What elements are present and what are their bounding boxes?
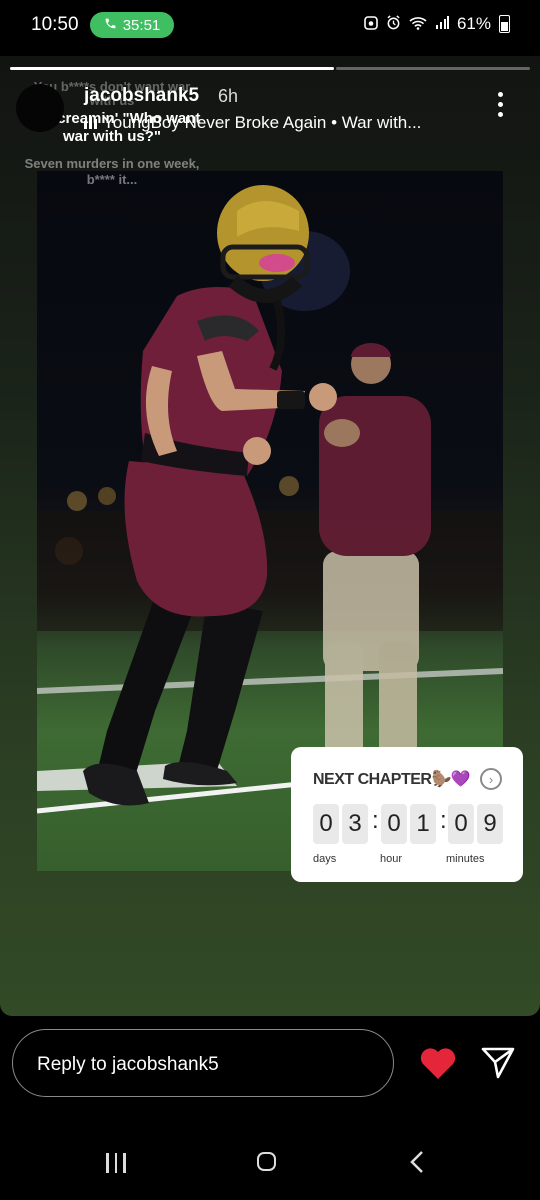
progress-segment-next [336, 67, 530, 70]
countdown-label-hour: hour [380, 853, 403, 865]
screenshot-icon [364, 15, 378, 33]
countdown-digit: 0 [381, 804, 407, 844]
alarm-icon [386, 15, 401, 33]
reply-input[interactable]: Reply to jacobshank5 [12, 1029, 394, 1097]
send-icon[interactable] [480, 1046, 516, 1085]
battery-icon [499, 15, 510, 33]
countdown-digit: 0 [448, 804, 474, 844]
call-timer: 35:51 [122, 16, 161, 34]
progress-segment-current [10, 67, 334, 70]
more-options-icon[interactable] [498, 92, 506, 117]
battery-percent: 61% [456, 14, 491, 33]
phone-icon [104, 17, 117, 34]
signal-icon [435, 15, 449, 33]
music-bars-icon [84, 117, 97, 129]
countdown-title: NEXT CHAPTER🦫💜 [313, 771, 471, 788]
home-icon[interactable] [257, 1152, 276, 1171]
countdown-sticker[interactable]: NEXT CHAPTER🦫💜 › 0 3 : 0 1 : 0 9 days ho… [291, 747, 523, 882]
countdown-digit: 1 [410, 804, 436, 844]
music-attribution[interactable]: YoungBoy Never Broke Again • War with... [84, 113, 421, 133]
countdown-digit: 3 [342, 804, 368, 844]
countdown-digit: 9 [477, 804, 503, 844]
music-title: YoungBoy Never Broke Again • War with... [103, 113, 422, 132]
system-nav-bar [0, 1130, 540, 1200]
status-bar: 10:50 35:51 61% [0, 0, 540, 52]
avatar[interactable] [16, 84, 64, 132]
chevron-right-circle-icon[interactable]: › [480, 768, 502, 790]
recent-apps-icon[interactable] [106, 1153, 126, 1173]
wifi-icon [409, 16, 427, 33]
back-icon[interactable] [410, 1150, 424, 1179]
story-username[interactable]: jacobshank5 [84, 85, 199, 107]
countdown-label-minutes: minutes [446, 853, 485, 865]
story-time-ago: 6h [218, 86, 239, 106]
countdown-digit: 0 [313, 804, 339, 844]
countdown-separator: : [440, 807, 447, 834]
story-progress [10, 67, 530, 70]
like-heart-icon[interactable] [419, 1047, 457, 1085]
reply-placeholder: Reply to jacobshank5 [37, 1054, 219, 1075]
ongoing-call-pill[interactable]: 35:51 [90, 12, 174, 38]
countdown-separator: : [372, 807, 379, 834]
status-time: 10:50 [31, 14, 79, 35]
countdown-label-days: days [313, 853, 337, 865]
